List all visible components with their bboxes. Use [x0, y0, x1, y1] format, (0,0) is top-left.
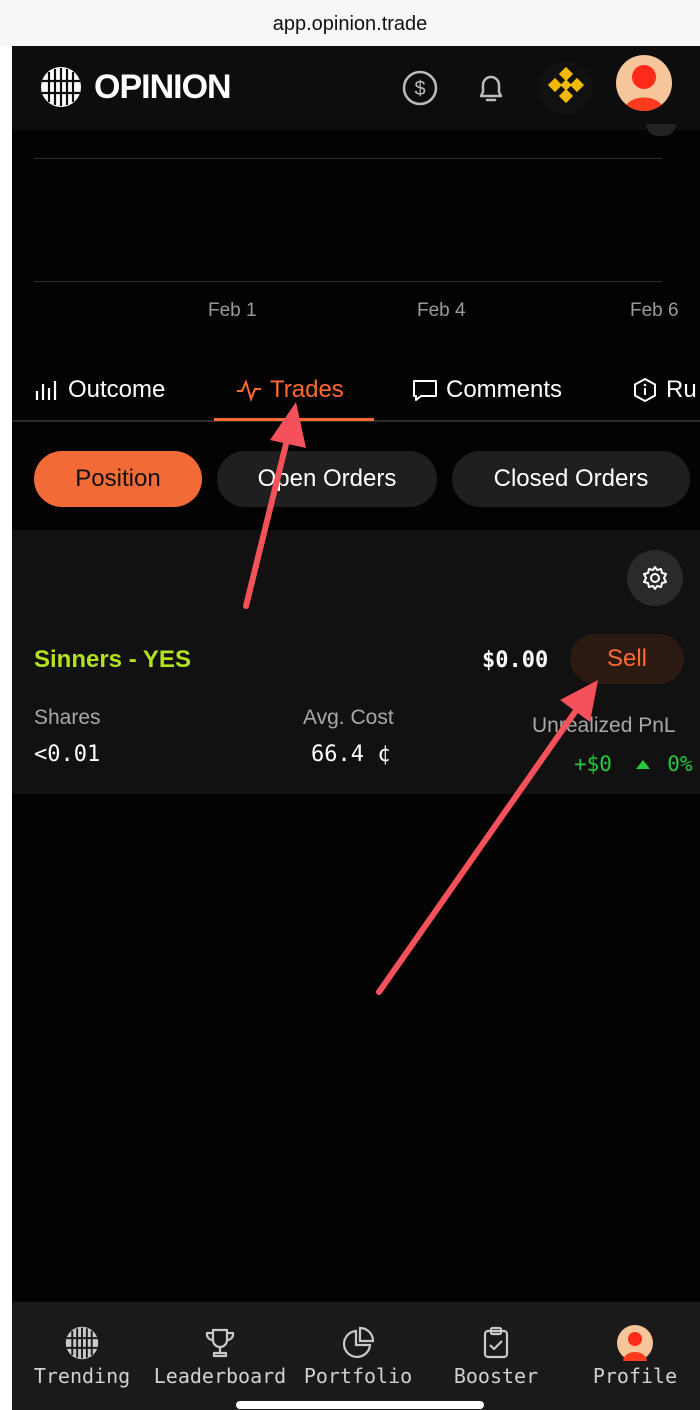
pnl-percent: 0%	[667, 752, 693, 776]
detail-tabs: Outcome Trades Comments Ru	[12, 358, 700, 422]
market-name[interactable]: Sinners - YES	[34, 646, 191, 674]
avg-cost-label: Avg. Cost	[303, 706, 394, 729]
nav-portfolio[interactable]: Portfolio	[288, 1324, 428, 1388]
top-header: OPINION $	[12, 46, 700, 130]
filter-closed-orders[interactable]: Closed Orders	[452, 451, 690, 507]
sell-button[interactable]: Sell	[570, 634, 684, 684]
shares-label: Shares	[34, 706, 101, 729]
logo-text: OPINION	[94, 67, 232, 106]
x-tick-label: Feb 1	[208, 300, 257, 321]
pnl-readout: +$0 0%	[574, 752, 693, 776]
nav-leaderboard[interactable]: Leaderboard	[150, 1324, 290, 1388]
svg-text:$: $	[414, 78, 425, 100]
filter-position[interactable]: Position	[34, 451, 202, 507]
nav-label: Profile	[592, 1364, 678, 1388]
nav-trending[interactable]: Trending	[12, 1324, 152, 1388]
comment-icon	[413, 380, 437, 401]
tab-label: Comments	[446, 376, 563, 403]
tab-rules[interactable]: Ru	[632, 370, 697, 410]
position-card: Sinners - YES $0.00 Sell Shares <0.01 Av…	[12, 530, 700, 794]
gear-icon	[643, 566, 667, 590]
settings-button[interactable]	[627, 550, 683, 606]
avatar[interactable]	[616, 55, 672, 111]
pnl-label: Unrealized PnL	[532, 714, 676, 737]
nav-label: Leaderboard	[153, 1364, 287, 1388]
avatar	[565, 1324, 700, 1362]
nav-profile[interactable]: Profile	[565, 1324, 700, 1388]
bottom-nav: Trending Leaderboard Portfolio Booster P…	[12, 1302, 700, 1410]
position-filters: Position Open Orders Closed Orders	[12, 424, 700, 528]
tab-trades[interactable]: Trades	[236, 370, 344, 410]
url-text: app.opinion.trade	[272, 13, 428, 35]
logo[interactable]: OPINION	[40, 66, 232, 108]
bar-chart-icon	[35, 381, 57, 400]
tab-label: Trades	[270, 376, 344, 403]
avg-cost-value: 66.4 ¢	[311, 742, 391, 767]
opinion-logo-icon	[12, 1324, 152, 1362]
position-value: $0.00	[482, 648, 549, 673]
chart-settings-icon[interactable]	[646, 124, 676, 136]
pie-chart-icon	[288, 1324, 428, 1362]
clipboard-check-icon	[426, 1324, 566, 1362]
tab-outcome[interactable]: Outcome	[34, 370, 165, 410]
price-chart[interactable]: Feb 1 Feb 4 Feb 6	[12, 124, 700, 330]
shares-value: <0.01	[34, 742, 101, 767]
activity-icon	[237, 379, 261, 402]
home-indicator	[236, 1401, 484, 1409]
pnl-value: +$0	[574, 752, 612, 776]
bnb-icon[interactable]	[539, 61, 593, 115]
bell-icon[interactable]	[469, 66, 513, 110]
browser-url-bar[interactable]: app.opinion.trade	[0, 0, 700, 46]
nav-label: Booster	[453, 1364, 539, 1388]
active-tab-indicator	[214, 418, 374, 421]
tab-label: Outcome	[68, 376, 166, 403]
filter-open-orders[interactable]: Open Orders	[217, 451, 437, 507]
chart-gridline	[34, 158, 662, 159]
tab-label: Ru	[666, 376, 697, 403]
nav-label: Portfolio	[303, 1364, 413, 1388]
opinion-logo-icon	[41, 67, 81, 107]
triangle-up-icon	[635, 760, 650, 769]
app-screen: OPINION $ Feb 1 Feb 4 Feb 6 Outcome Trad…	[12, 46, 700, 1410]
tab-comments[interactable]: Comments	[412, 370, 562, 410]
info-icon	[634, 377, 656, 403]
x-tick-label: Feb 4	[417, 300, 466, 321]
x-tick-label: Feb 6	[630, 300, 679, 321]
dollar-coin-icon[interactable]: $	[398, 66, 442, 110]
nav-label: Trending	[33, 1364, 131, 1388]
trophy-icon	[150, 1324, 290, 1362]
nav-booster[interactable]: Booster	[426, 1324, 566, 1388]
chart-gridline	[34, 281, 662, 282]
